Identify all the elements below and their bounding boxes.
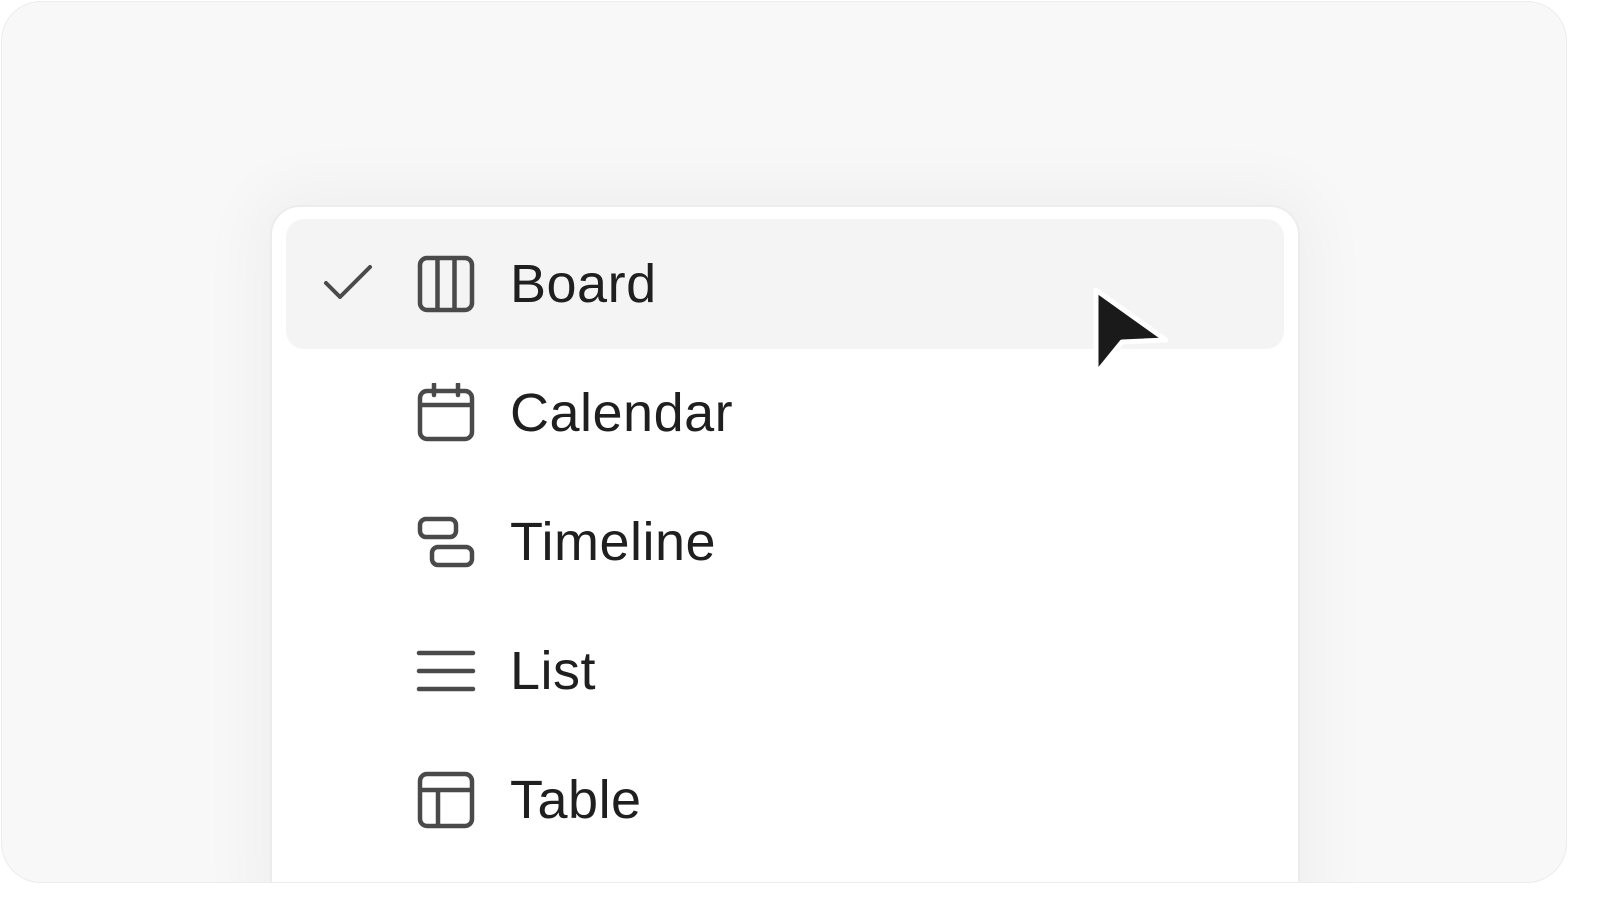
menu-item-calendar[interactable]: Calendar [286,348,1284,478]
view-switcher-menu: Board Calendar Timeline List Table [270,205,1300,882]
checkmark-icon [320,261,376,305]
board-icon [416,254,476,314]
menu-item-timeline[interactable]: Timeline [286,477,1284,607]
screen-frame: Board Calendar Timeline List Table [1,1,1567,883]
menu-item-label: Timeline [510,512,717,572]
list-icon [416,641,476,701]
menu-item-board[interactable]: Board [286,219,1284,349]
menu-item-label: List [510,641,597,701]
menu-item-table[interactable]: Table [286,735,1284,865]
menu-item-label: Table [510,770,642,830]
timeline-icon [416,512,476,572]
menu-item-list[interactable]: List [286,606,1284,736]
calendar-icon [416,383,476,443]
table-icon [416,770,476,830]
menu-item-label: Board [510,254,657,314]
menu-item-label: Calendar [510,383,734,443]
